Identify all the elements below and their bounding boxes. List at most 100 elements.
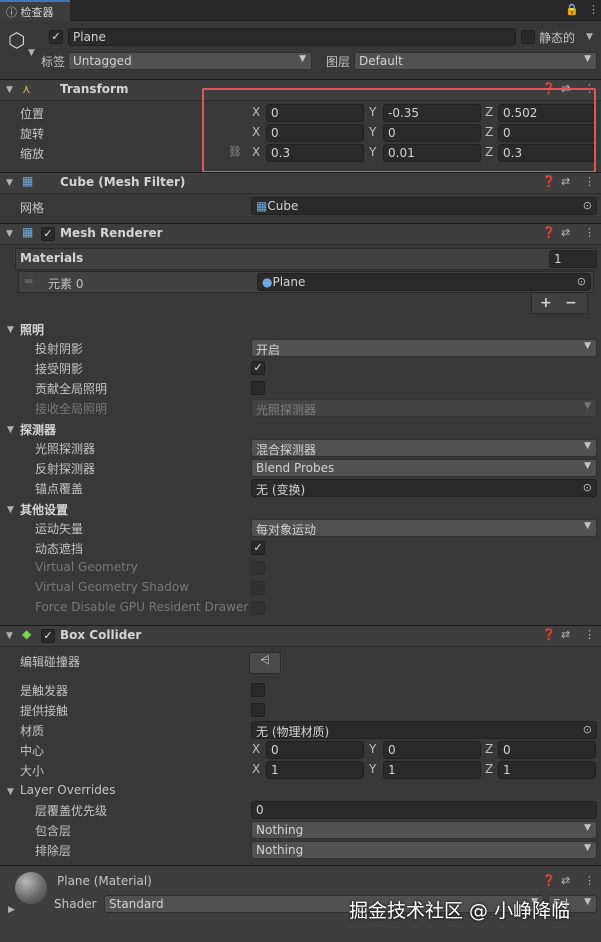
chevron-down-icon: ▼ [584,823,591,833]
chevron-down-icon: ▼ [584,461,591,471]
dynamic-occlusion-checkbox[interactable]: ✓ [251,541,265,555]
center-x-field[interactable]: 0 [266,741,364,759]
help-icon[interactable]: ❓ [542,874,556,887]
cast-shadows-dropdown[interactable]: 开启 ▼ [251,339,597,357]
materials-count-field[interactable]: 1 [549,250,597,268]
help-icon[interactable]: ❓ [542,175,556,188]
transform-axes-icon: ⋏ [22,82,31,96]
force-disable-gpu-label: Force Disable GPU Resident Drawer [35,600,249,614]
position-label: 位置 [20,107,45,121]
chevron-down-icon[interactable]: ▼ [6,85,13,95]
tag-dropdown[interactable]: Untagged ▼ [68,52,312,70]
remove-element-button[interactable]: − [565,295,577,311]
probes-section-title: 探测器 [20,423,57,437]
drag-handle-icon[interactable]: ═ [25,274,32,288]
exclude-layers-dropdown[interactable]: Nothing ▼ [251,841,597,859]
chevron-down-icon[interactable]: ▼ [6,229,13,239]
tab-inspector[interactable]: ⓘ 检查器 [0,0,70,21]
layer-override-priority-label: 层覆盖优先级 [35,804,108,818]
contribute-gi-label: 贡献全局照明 [35,382,108,396]
tab-bar [0,0,601,21]
anchor-override-label: 锚点覆盖 [35,482,84,496]
size-label: 大小 [20,764,45,778]
reflection-probes-label: 反射探测器 [35,462,96,476]
chevron-down-icon[interactable]: ▼ [7,425,14,435]
axis-z-label: Z [485,742,494,756]
info-icon: ⓘ [6,6,21,19]
element-0-label: 元素 0 [48,277,84,291]
provides-contacts-checkbox[interactable] [251,703,265,717]
more-icon[interactable]: ⋮ [584,175,595,188]
preset-icon[interactable]: ⇄ [561,175,570,188]
virtual-geometry-checkbox [251,561,265,575]
object-name-input[interactable]: Plane [68,28,516,46]
provides-contacts-label: 提供接触 [20,704,69,718]
light-probes-dropdown[interactable]: 混合探测器 ▼ [251,439,597,457]
center-label: 中心 [20,744,45,758]
layer-overrides-label: Layer Overrides [20,783,116,797]
chevron-right-icon[interactable]: ▶ [8,905,15,915]
help-icon[interactable]: ❓ [542,226,556,239]
chevron-down-icon[interactable]: ▼ [7,505,14,515]
object-picker-icon[interactable]: ⊙ [583,199,592,212]
material-preview-sphere [15,872,47,904]
contribute-gi-checkbox[interactable] [251,381,265,395]
edit-collider-label: 编辑碰撞器 [20,655,81,669]
preset-icon[interactable]: ⇄ [561,226,570,239]
chevron-down-icon[interactable]: ▼ [7,325,14,335]
receive-shadows-checkbox[interactable]: ✓ [251,361,265,375]
is-trigger-checkbox[interactable] [251,683,265,697]
more-icon[interactable]: ⋮ [584,226,595,239]
physic-material-field[interactable]: 无 (物理材质) ⊙ [251,721,597,739]
material-title: Plane (Material) [57,874,152,888]
grid-icon: ▦ [256,199,268,213]
receive-gi-label: 接收全局照明 [35,402,108,416]
include-layers-dropdown[interactable]: Nothing ▼ [251,821,597,839]
preset-icon[interactable]: ⇄ [561,628,570,641]
layer-override-priority-field[interactable]: 0 [251,801,597,819]
object-picker-icon[interactable]: ⊙ [583,481,592,494]
help-icon[interactable]: ❓ [542,628,556,641]
virtual-geometry-shadow-checkbox [251,581,265,595]
object-picker-icon[interactable]: ⊙ [577,275,586,288]
chevron-down-icon[interactable]: ▼ [6,631,13,641]
axis-y-label: Y [369,762,377,776]
motion-vectors-dropdown[interactable]: 每对象运动 ▼ [251,519,597,537]
more-icon[interactable]: ⋮ [584,628,595,641]
active-checkbox[interactable]: ✓ [49,30,63,44]
more-icon[interactable]: ⋮ [588,3,599,16]
light-probes-label: 光照探测器 [35,442,96,456]
static-label: 静态的 [539,31,576,45]
preset-icon[interactable]: ⇄ [561,874,570,887]
chevron-down-icon[interactable]: ▼ [28,48,35,58]
reflection-probes-dropdown[interactable]: Blend Probes ▼ [251,459,597,477]
layer-dropdown[interactable]: Default ▼ [354,52,597,70]
exclude-layers-label: 排除层 [35,844,72,858]
static-checkbox[interactable] [521,30,535,44]
size-x-field[interactable]: 1 [266,761,364,779]
edit-collider-button[interactable]: ⩤ [249,652,281,674]
static-dropdown-icon[interactable]: ▼ [586,32,593,42]
component-title: Transform [60,82,129,96]
size-z-field[interactable]: 1 [498,761,596,779]
scale-label: 缩放 [20,147,45,161]
axis-x-label: X [252,742,261,756]
anchor-override-field[interactable]: 无 (变换) ⊙ [251,479,597,497]
more-icon[interactable]: ⋮ [584,874,595,887]
add-element-button[interactable]: + [540,295,552,311]
chevron-down-icon: ▼ [584,441,591,451]
virtual-geometry-shadow-label: Virtual Geometry Shadow [35,580,190,594]
size-y-field[interactable]: 1 [383,761,481,779]
chevron-down-icon[interactable]: ▼ [7,787,14,797]
object-picker-icon[interactable]: ⊙ [583,723,592,736]
lock-icon[interactable]: 🔒 [565,3,579,16]
material-object-field[interactable]: ●Plane ⊙ [257,273,591,291]
tag-label: 标签 [41,55,66,69]
center-y-field[interactable]: 0 [383,741,481,759]
mesh-object-field[interactable]: ▦Cube ⊙ [251,197,597,215]
chevron-down-icon[interactable]: ▼ [6,178,13,188]
mesh-renderer-enabled-checkbox[interactable]: ✓ [41,227,55,241]
box-collider-enabled-checkbox[interactable]: ✓ [41,629,55,643]
center-z-field[interactable]: 0 [498,741,596,759]
mesh-label: 网格 [20,201,45,215]
